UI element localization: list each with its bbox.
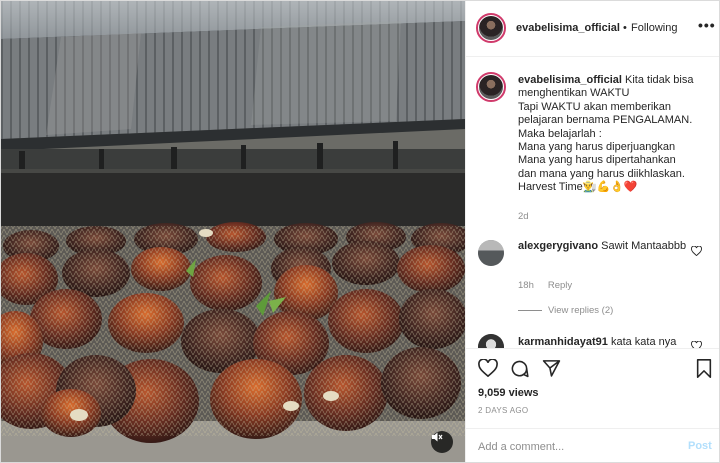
sound-toggle-button[interactable]	[431, 431, 453, 453]
bookmark-icon[interactable]	[696, 359, 712, 378]
post-video[interactable]	[1, 1, 465, 462]
more-options-icon[interactable]: •••	[698, 17, 716, 33]
replies-divider	[518, 310, 542, 311]
header-username-link[interactable]: evabelisima_official	[516, 22, 620, 34]
comment-username-link[interactable]: alexgerygivano	[518, 240, 598, 252]
view-replies-label: View replies (2)	[548, 305, 614, 316]
caption-text: Kita tidak bisa menghentikan WAKTU Tapi …	[518, 74, 694, 194]
instagram-post-window: evabelisima_official • Following ••• eva…	[0, 0, 720, 463]
comment-timestamp: 18h	[518, 280, 534, 291]
caption: evabelisima_official Kita tidak bisa men…	[518, 74, 714, 195]
post-side-panel: evabelisima_official • Following ••• eva…	[465, 1, 719, 462]
heart-icon[interactable]	[478, 359, 498, 377]
comment-item: alexgerygivano Sawit Mantaabbb	[518, 240, 688, 253]
palm-fruit-pile	[1, 222, 465, 443]
post-date: 2 DAYS AGO	[478, 406, 529, 415]
caption-avatar[interactable]	[476, 72, 506, 102]
avatar[interactable]	[476, 13, 506, 43]
comment-username-link-2[interactable]: karmanhidayat91	[518, 336, 608, 348]
comment-text-2: kata kata nya	[607, 336, 677, 348]
post-header: evabelisima_official • Following •••	[466, 1, 719, 57]
speaker-muted-icon	[432, 432, 443, 442]
comment-like-heart-icon[interactable]	[691, 246, 702, 256]
post-actions: 9,059 views 2 DAYS AGO	[466, 348, 719, 428]
caption-username-link[interactable]: evabelisima_official	[518, 74, 622, 86]
share-icon[interactable]	[542, 359, 561, 377]
view-count[interactable]: 9,059 views	[478, 387, 539, 399]
header-separator: •	[623, 22, 627, 34]
post-comment-button[interactable]: Post	[688, 440, 712, 452]
comment-avatar-2[interactable]	[478, 334, 504, 348]
following-button[interactable]: Following	[631, 22, 677, 34]
comment-icon[interactable]	[510, 359, 529, 378]
comment-item-2: karmanhidayat91 kata kata nya	[518, 336, 676, 348]
view-replies-button[interactable]: View replies (2)	[518, 305, 613, 316]
caption-timestamp: 2d	[518, 211, 529, 222]
video-frame-palm-fruit	[1, 1, 465, 462]
add-comment-input[interactable]	[478, 438, 678, 456]
comments-list[interactable]: evabelisima_official Kita tidak bisa men…	[466, 58, 719, 348]
comment-like-heart-icon-2[interactable]	[691, 341, 702, 348]
reply-button[interactable]: Reply	[548, 280, 572, 291]
comment-text: Sawit Mantaabbb	[598, 240, 687, 252]
comment-meta: 18h Reply	[518, 280, 586, 291]
comment-avatar[interactable]	[478, 240, 504, 266]
add-comment-bar: Post	[466, 428, 719, 462]
